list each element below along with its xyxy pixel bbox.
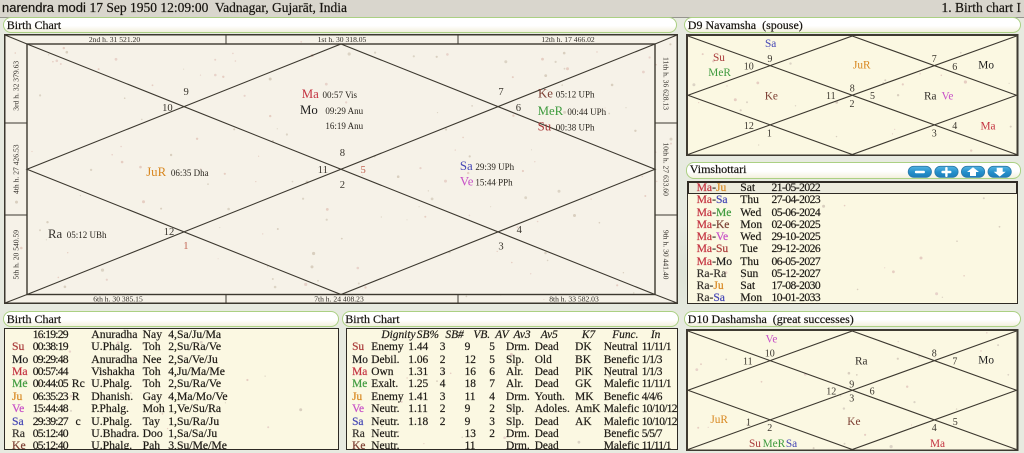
svg-text:Ve: Ve [766,333,778,345]
svg-text:4: 4 [952,121,957,132]
svg-text:9th h. 30 441.40: 9th h. 30 441.40 [662,230,671,280]
svg-text:MeR: MeR [538,104,564,118]
svg-text:6: 6 [516,103,521,114]
svg-text:Ke: Ke [847,416,860,428]
svg-text:16:19 Anu: 16:19 Anu [325,121,363,131]
svg-text:7th h. 24 408.23: 7th h. 24 408.23 [314,294,364,303]
svg-text:5: 5 [870,91,875,102]
svg-text:Ve: Ve [942,90,954,102]
svg-text:15:44 PPh: 15:44 PPh [475,177,513,187]
svg-text:3: 3 [849,393,854,404]
svg-text:10: 10 [162,103,173,114]
svg-text:Mo: Mo [300,103,318,117]
svg-text:2: 2 [850,99,855,110]
svg-text:Sa: Sa [765,37,776,49]
svg-text:7: 7 [498,87,503,98]
svg-text:3: 3 [498,241,503,252]
svg-text:1: 1 [183,241,188,252]
svg-text:4th h. 27 426.53: 4th h. 27 426.53 [12,144,21,194]
svg-text:2nd h. 31 521.20: 2nd h. 31 521.20 [89,35,140,44]
svg-text:11th h. 36 628.13: 11th h. 36 628.13 [662,57,671,110]
svg-text:Ve: Ve [460,174,474,188]
svg-text:Ra: Ra [48,227,63,241]
svg-text:12: 12 [164,227,175,238]
svg-text:12: 12 [744,121,754,132]
svg-text:Mo: Mo [978,354,994,366]
svg-text:9: 9 [767,53,772,64]
svg-text:6: 6 [952,61,957,72]
svg-text:11: 11 [826,91,836,102]
svg-text:11: 11 [743,356,753,367]
svg-text:00:44 UPh: 00:44 UPh [567,107,606,117]
svg-text:JuR: JuR [710,414,728,426]
svg-text:1: 1 [746,417,751,428]
svg-text:1st h. 30 318.05: 1st h. 30 318.05 [318,35,367,44]
svg-text:Su: Su [749,438,761,450]
svg-text:6th h. 30 385.15: 6th h. 30 385.15 [93,294,143,303]
svg-text:5th h. 20 540.59: 5th h. 20 540.59 [12,230,21,280]
svg-text:8: 8 [850,83,855,94]
svg-text:5: 5 [953,417,958,428]
svg-text:4: 4 [932,422,937,433]
svg-text:00:38 UPh: 00:38 UPh [556,123,595,133]
svg-text:11: 11 [318,165,328,176]
svg-text:8th h. 33 582.03: 8th h. 33 582.03 [549,294,599,303]
svg-text:Ma: Ma [302,87,319,101]
svg-text:10th h. 27 633.60: 10th h. 27 633.60 [662,143,671,197]
svg-text:5: 5 [360,165,365,176]
svg-text:9: 9 [849,379,854,390]
svg-text:7: 7 [932,53,937,64]
svg-text:Su: Su [713,51,725,63]
svg-text:8: 8 [932,348,937,359]
svg-text:JuR: JuR [146,165,166,179]
svg-text:Ma: Ma [981,120,996,132]
svg-text:Sa: Sa [460,159,473,173]
svg-text:12th h. 17 466.02: 12th h. 17 466.02 [541,35,595,44]
svg-text:2: 2 [340,180,345,191]
svg-text:10: 10 [765,348,775,359]
svg-text:10: 10 [744,61,754,72]
svg-text:7: 7 [952,356,957,367]
svg-text:Su: Su [538,120,552,134]
svg-text:Mo: Mo [978,59,994,71]
svg-text:05:12 UBh: 05:12 UBh [67,230,107,240]
svg-text:29:39 UPh: 29:39 UPh [475,162,514,172]
svg-text:Ra: Ra [924,90,937,102]
svg-text:8: 8 [340,148,345,159]
svg-text:2: 2 [767,422,772,433]
svg-text:09:29 Anu: 09:29 Anu [325,106,363,116]
svg-text:00:57 Vis: 00:57 Vis [323,90,358,100]
svg-text:05:12 UPh: 05:12 UPh [556,90,595,100]
svg-text:9: 9 [184,87,189,98]
svg-text:Ke: Ke [538,87,553,101]
svg-text:Ra: Ra [855,355,868,367]
svg-text:Ke: Ke [765,90,778,102]
svg-text:MeR: MeR [708,66,731,78]
svg-text:Ma: Ma [930,438,945,450]
svg-text:06:35 Dha: 06:35 Dha [171,168,209,178]
svg-text:1: 1 [767,128,772,139]
svg-text:MeR: MeR [763,438,786,450]
svg-text:3rd h. 32 379.63: 3rd h. 32 379.63 [12,61,21,111]
svg-text:6: 6 [870,386,875,397]
svg-text:3: 3 [932,128,937,139]
svg-text:Sa: Sa [786,438,797,450]
svg-text:4: 4 [517,225,523,236]
svg-text:JuR: JuR [853,59,871,71]
svg-text:12: 12 [826,386,836,397]
